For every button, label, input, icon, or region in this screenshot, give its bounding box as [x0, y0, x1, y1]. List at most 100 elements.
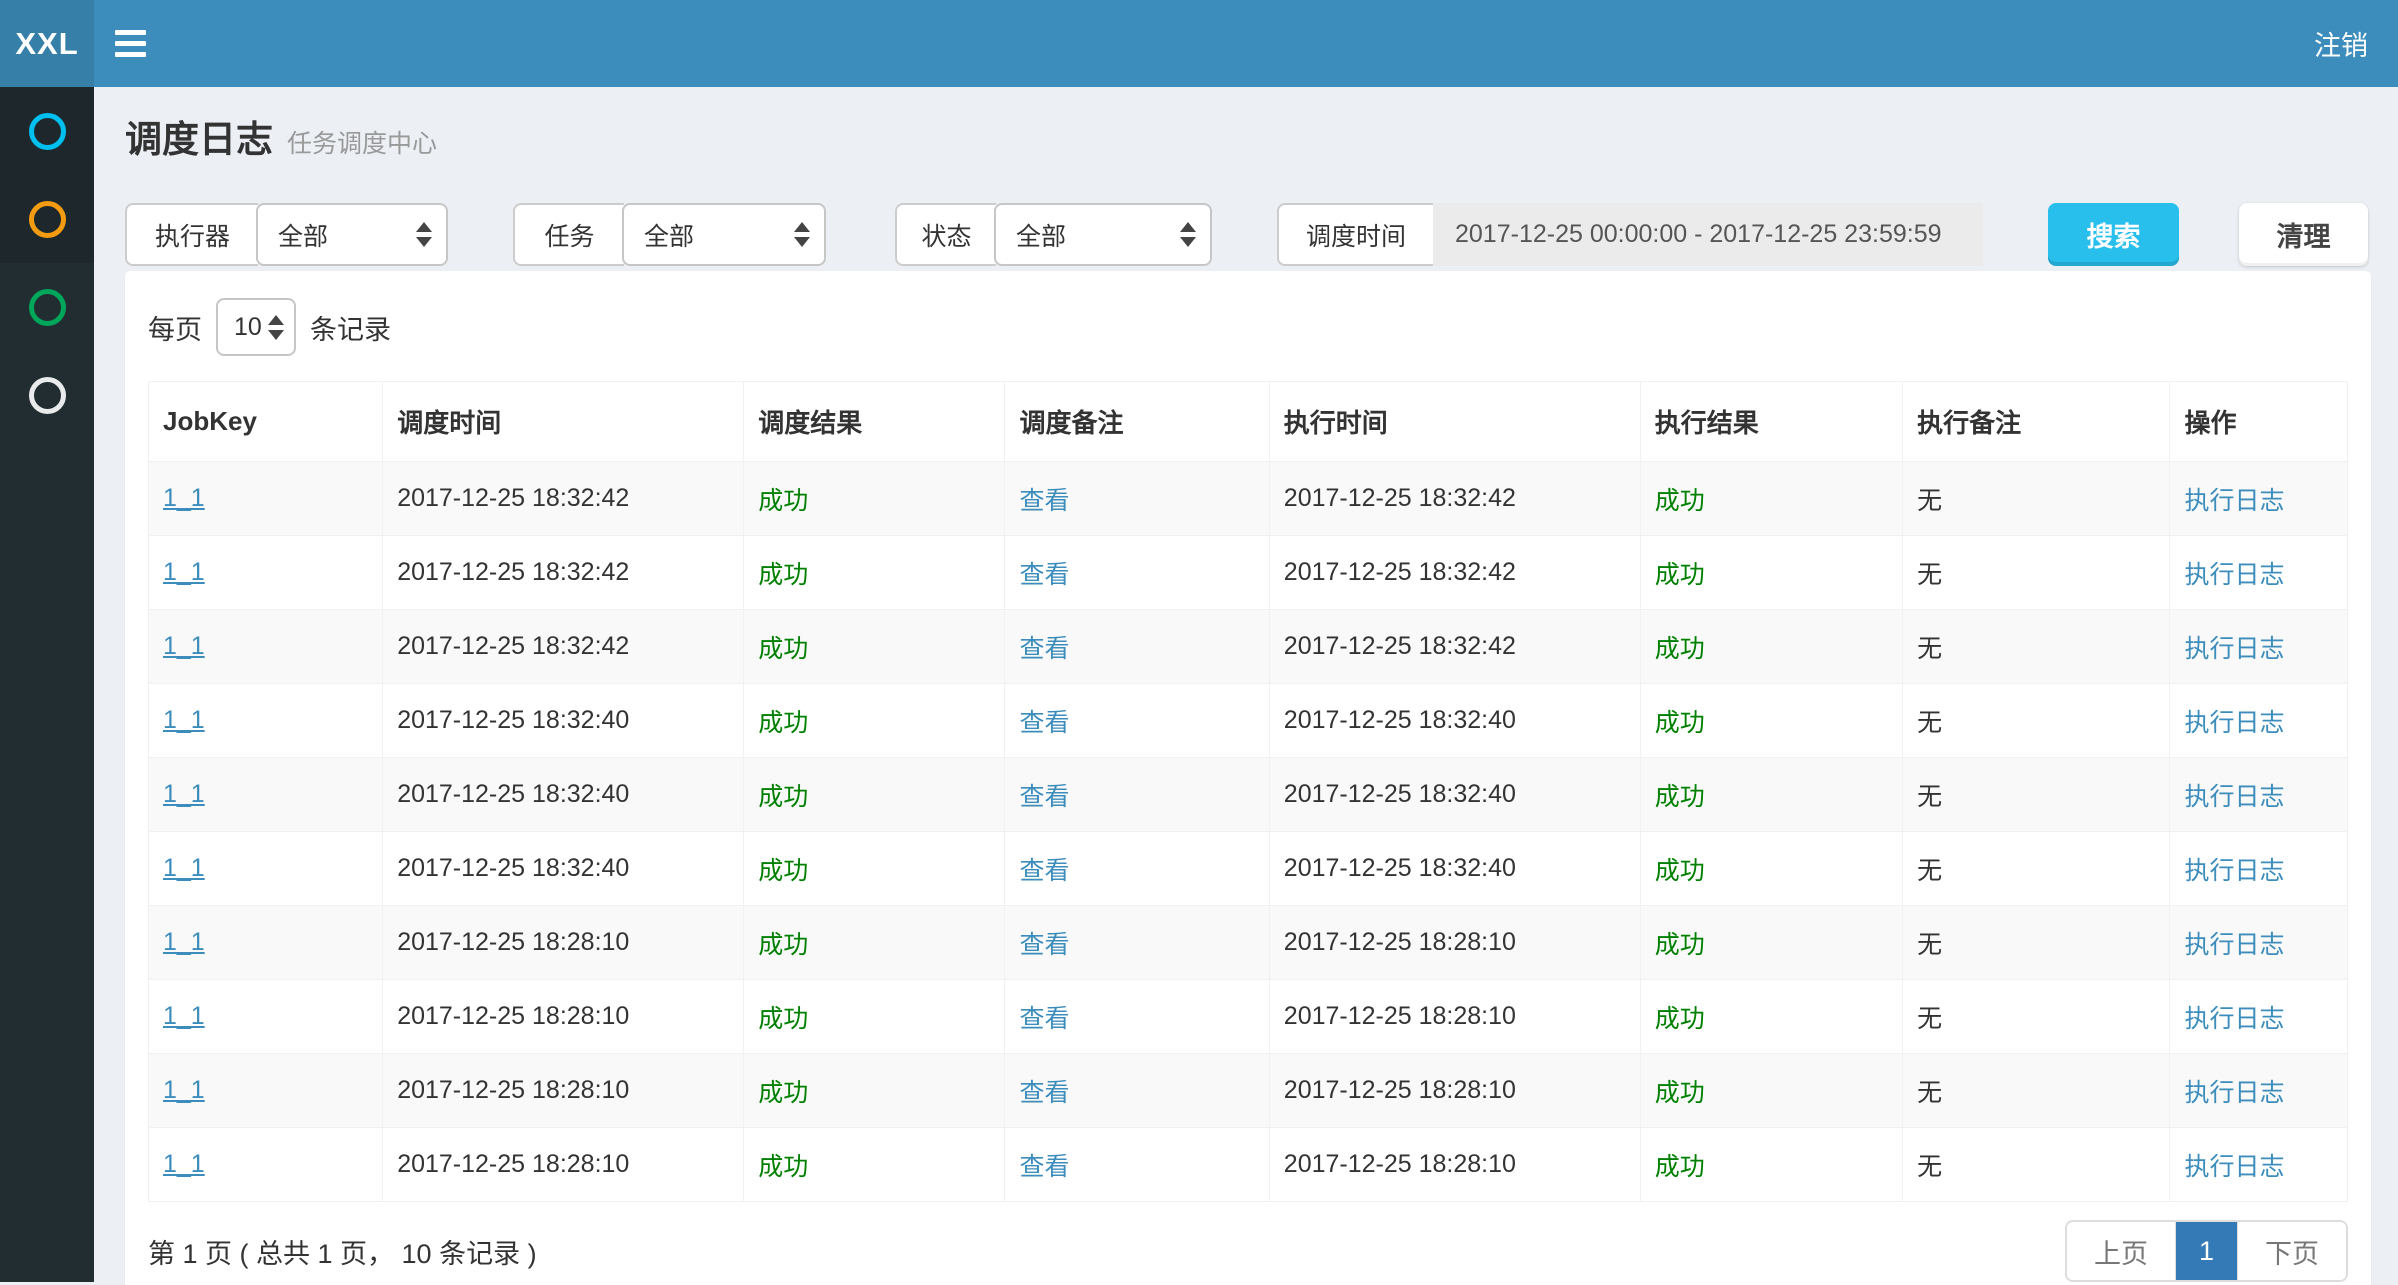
trigger-msg-link-cell: 查看 [1005, 462, 1269, 536]
executor-filter-label: 执行器 [125, 203, 258, 266]
handle-result-cell: 成功 [1640, 832, 1902, 906]
exec-log-link[interactable]: 执行日志 [2184, 857, 2284, 885]
handle-result: 成功 [1655, 931, 1705, 959]
trigger-msg-link-cell: 查看 [1005, 758, 1269, 832]
handle-time-cell-cell: 2017-12-25 18:32:40 [1269, 684, 1640, 758]
trigger-time-cell-cell: 2017-12-25 18:32:40 [383, 832, 744, 906]
trigger-time-cell-cell: 2017-12-25 18:28:10 [383, 906, 744, 980]
trigger-result: 成功 [758, 931, 808, 959]
sidebar-item-3[interactable] [0, 263, 94, 351]
exec-log-link[interactable]: 执行日志 [2184, 561, 2284, 589]
circle-outline-icon [29, 201, 66, 238]
handle-result: 成功 [1655, 1005, 1705, 1033]
jobkey-link[interactable]: 1_1 [163, 484, 205, 512]
executor-select[interactable]: 全部 [256, 203, 448, 266]
trigger-msg-link[interactable]: 查看 [1019, 1153, 1069, 1181]
trigger-msg-link-cell: 查看 [1005, 832, 1269, 906]
trigger-time-cell-cell: 2017-12-25 18:28:10 [383, 980, 744, 1054]
trigger-msg-link[interactable]: 查看 [1019, 487, 1069, 515]
column-header-1: JobKey [149, 382, 383, 462]
page-header: 调度日志 任务调度中心 [94, 87, 2398, 163]
trigger-msg-link[interactable]: 查看 [1019, 709, 1069, 737]
jobkey-link[interactable]: 1_1 [163, 632, 205, 660]
page-size-select[interactable]: 10 [216, 298, 296, 356]
filter-bar: 执行器 全部 任务 全部 状态 全部 调度时间 2017-12-25 00: [125, 203, 2398, 266]
trigger-result-cell: 成功 [744, 906, 1005, 980]
sidebar-item-1[interactable] [0, 87, 94, 175]
exec-log-link[interactable]: 执行日志 [2184, 487, 2284, 515]
jobkey-link[interactable]: 1_1 [163, 780, 205, 808]
prev-page-button[interactable]: 上页 [2067, 1222, 2175, 1280]
exec-log-link[interactable]: 执行日志 [2184, 1153, 2284, 1181]
status-filter: 状态 全部 [895, 203, 1214, 266]
trigger-result-cell: 成功 [744, 758, 1005, 832]
exec-log-link[interactable]: 执行日志 [2184, 1005, 2284, 1033]
jobkey-link[interactable]: 1_1 [163, 1002, 205, 1030]
exec-log-link[interactable]: 执行日志 [2184, 635, 2284, 663]
jobkey-link[interactable]: 1_1 [163, 558, 205, 586]
handle-result-cell: 成功 [1640, 906, 1902, 980]
exec-log-link[interactable]: 执行日志 [2184, 931, 2284, 959]
table-footer: 第 1 页 ( 总共 1 页， 10 条记录 ) 上页 1 下页 [148, 1220, 2348, 1282]
next-page-button[interactable]: 下页 [2238, 1222, 2346, 1280]
logout-button[interactable]: 注销 [2284, 0, 2398, 87]
app-logo[interactable]: XXL [0, 0, 94, 87]
jobkey-link[interactable]: 1_1 [163, 1076, 205, 1104]
exec-log-link-cell: 执行日志 [2170, 832, 2348, 906]
handle-msg-cell-cell: 无 [1903, 1054, 2170, 1128]
status-select[interactable]: 全部 [994, 203, 1212, 266]
exec-log-link-cell: 执行日志 [2170, 906, 2348, 980]
trigger-time-range-input[interactable]: 2017-12-25 00:00:00 - 2017-12-25 23:59:5… [1433, 203, 1983, 266]
handle-result-cell: 成功 [1640, 980, 1902, 1054]
page-size-prefix-label: 每页 [148, 308, 202, 347]
column-header-6: 执行结果 [1640, 382, 1902, 462]
handle-msg-cell-cell: 无 [1903, 684, 2170, 758]
clear-button[interactable]: 清理 [2239, 203, 2368, 266]
jobkey-link-cell: 1_1 [149, 1128, 383, 1202]
trigger-msg-link[interactable]: 查看 [1019, 561, 1069, 589]
trigger-result-cell: 成功 [744, 462, 1005, 536]
handle-result-cell: 成功 [1640, 610, 1902, 684]
sidebar-toggle-button[interactable] [94, 0, 166, 87]
trigger-msg-link[interactable]: 查看 [1019, 931, 1069, 959]
current-page-button[interactable]: 1 [2175, 1222, 2238, 1280]
column-header-7: 执行备注 [1903, 382, 2170, 462]
trigger-msg-link-cell: 查看 [1005, 684, 1269, 758]
job-select[interactable]: 全部 [622, 203, 826, 266]
handle-result-cell: 成功 [1640, 758, 1902, 832]
dispatch-log-table: JobKey调度时间调度结果调度备注执行时间执行结果执行备注操作 1_12017… [148, 381, 2348, 1202]
exec-log-link[interactable]: 执行日志 [2184, 783, 2284, 811]
exec-log-link-cell: 执行日志 [2170, 684, 2348, 758]
jobkey-link[interactable]: 1_1 [163, 928, 205, 956]
trigger-msg-link[interactable]: 查看 [1019, 1005, 1069, 1033]
handle-result-cell: 成功 [1640, 536, 1902, 610]
sidebar-item-4[interactable] [0, 351, 94, 439]
handle-time-cell-cell: 2017-12-25 18:28:10 [1269, 906, 1640, 980]
exec-log-link[interactable]: 执行日志 [2184, 1079, 2284, 1107]
jobkey-link[interactable]: 1_1 [163, 854, 205, 882]
trigger-result-cell: 成功 [744, 832, 1005, 906]
trigger-msg-link[interactable]: 查看 [1019, 857, 1069, 885]
circle-outline-icon [29, 289, 66, 326]
jobkey-link[interactable]: 1_1 [163, 1150, 205, 1178]
page-size-suffix-label: 条记录 [310, 308, 391, 347]
sidebar-menu [0, 87, 94, 1282]
table-row: 1_12017-12-25 18:32:42成功查看2017-12-25 18:… [149, 462, 2348, 536]
trigger-msg-link-cell: 查看 [1005, 980, 1269, 1054]
search-button[interactable]: 搜索 [2048, 203, 2179, 266]
sidebar-item-2[interactable] [0, 175, 94, 263]
handle-msg-cell-cell: 无 [1903, 906, 2170, 980]
jobkey-link-cell: 1_1 [149, 462, 383, 536]
exec-log-link-cell: 执行日志 [2170, 536, 2348, 610]
handle-msg-cell-cell: 无 [1903, 832, 2170, 906]
trigger-msg-link[interactable]: 查看 [1019, 635, 1069, 663]
trigger-msg-link[interactable]: 查看 [1019, 1079, 1069, 1107]
exec-log-link[interactable]: 执行日志 [2184, 709, 2284, 737]
exec-log-link-cell: 执行日志 [2170, 1128, 2348, 1202]
handle-msg-cell-cell: 无 [1903, 980, 2170, 1054]
job-filter-label: 任务 [513, 203, 624, 266]
job-filter: 任务 全部 [513, 203, 828, 266]
jobkey-link[interactable]: 1_1 [163, 706, 205, 734]
handle-msg-cell-cell: 无 [1903, 536, 2170, 610]
trigger-msg-link[interactable]: 查看 [1019, 783, 1069, 811]
